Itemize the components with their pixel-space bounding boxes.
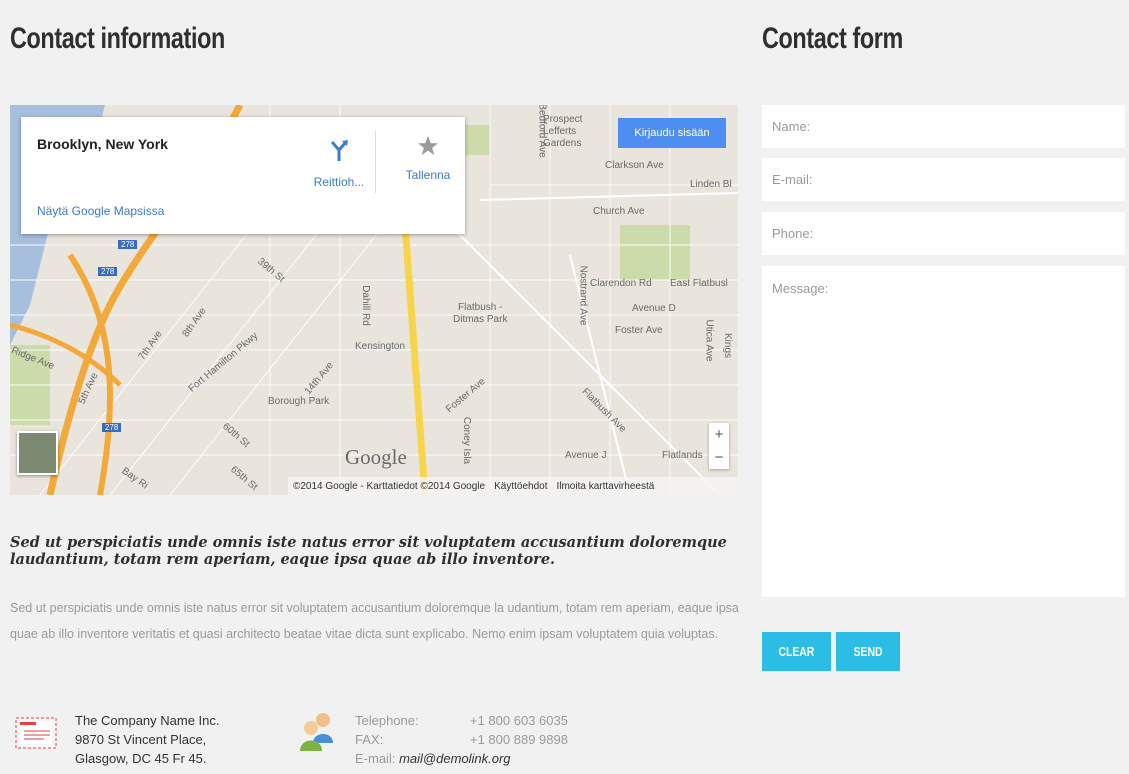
map-label: Avenue J bbox=[565, 450, 607, 461]
star-icon bbox=[417, 135, 439, 156]
map-label: Kings bbox=[722, 332, 734, 359]
map-label: Nostrand Ave bbox=[577, 265, 589, 326]
map-label: Bedford Ave bbox=[536, 105, 548, 158]
envelope-icon bbox=[15, 717, 57, 749]
terms-link[interactable]: Käyttöehdot bbox=[494, 481, 547, 492]
name-field[interactable] bbox=[762, 105, 1125, 148]
map-label: Utica Ave bbox=[703, 319, 715, 362]
contact-details: Telephone: +1 800 603 6035 FAX: +1 800 8… bbox=[355, 711, 568, 768]
map-attribution: ©2014 Google - Karttatiedot ©2014 Google… bbox=[288, 477, 738, 495]
company-address: The Company Name Inc. 9870 St Vincent Pl… bbox=[75, 711, 220, 768]
map-label: Kensington bbox=[355, 341, 406, 352]
map-label: Dahill Rd bbox=[359, 285, 371, 326]
fax-value: +1 800 889 9898 bbox=[470, 732, 568, 747]
map-label: Linden Bl bbox=[690, 179, 732, 190]
map-label: Foster Ave bbox=[615, 325, 663, 336]
map-info-card: Brooklyn, New York Reittioh... Tallenna … bbox=[21, 117, 465, 234]
satellite-toggle[interactable] bbox=[17, 431, 58, 475]
sign-in-button[interactable]: Kirjaudu sisään bbox=[618, 118, 726, 148]
send-button[interactable]: SEND bbox=[836, 632, 900, 671]
map[interactable]: Prospect Lefferts Gardens Bedford Ave Cl… bbox=[10, 105, 738, 495]
google-logo: Google bbox=[345, 445, 407, 469]
address-line: 9870 St Vincent Place, bbox=[75, 732, 207, 747]
directions-icon bbox=[330, 140, 348, 161]
highway-shield-icon: 278 bbox=[102, 423, 122, 432]
email-label: E-mail: bbox=[355, 751, 396, 766]
highway-shield-icon: 278 bbox=[118, 240, 138, 249]
highway-shield-icon: 278 bbox=[98, 267, 118, 276]
zoom-control: + − bbox=[709, 423, 729, 469]
map-label: Clarendon Rd bbox=[590, 278, 652, 289]
directions-label: Reittioh... bbox=[313, 175, 365, 189]
map-label: Avenue D bbox=[632, 303, 676, 314]
place-name: Brooklyn, New York bbox=[37, 136, 168, 152]
address-line: The Company Name Inc. bbox=[75, 713, 220, 728]
map-label: Flatbush - bbox=[458, 302, 503, 313]
zoom-in-button[interactable]: + bbox=[709, 423, 729, 446]
map-label: East Flatbusl bbox=[670, 278, 728, 289]
directions-button[interactable]: Reittioh... bbox=[304, 139, 374, 189]
telephone-value: +1 800 603 6035 bbox=[470, 713, 568, 728]
fax-label: FAX: bbox=[355, 732, 384, 747]
map-label: Prospect bbox=[543, 114, 583, 125]
contact-form-title: Contact form bbox=[762, 22, 903, 55]
map-label: Lefferts bbox=[543, 126, 577, 137]
send-label: SEND bbox=[853, 644, 883, 659]
people-icon bbox=[300, 713, 333, 751]
phone-field[interactable] bbox=[762, 212, 1125, 255]
open-in-google-maps-link[interactable]: Näytä Google Mapsissa bbox=[37, 204, 164, 218]
email-link[interactable]: mail@demolink.org bbox=[399, 749, 510, 768]
map-label: Borough Park bbox=[268, 396, 330, 407]
save-button[interactable]: Tallenna bbox=[393, 135, 463, 182]
email-field[interactable] bbox=[762, 158, 1125, 201]
contact-info-title: Contact information bbox=[10, 22, 225, 55]
report-map-error-link[interactable]: Ilmoita karttavirheestä bbox=[556, 481, 654, 492]
divider bbox=[375, 131, 376, 193]
map-label: Gardens bbox=[543, 138, 582, 149]
address-line: Glasgow, DC 45 Fr 45. bbox=[75, 751, 207, 766]
body-paragraph: Sed ut perspiciatis unde omnis iste natu… bbox=[10, 601, 739, 641]
map-label: Flatlands bbox=[662, 450, 703, 461]
map-label: Church Ave bbox=[593, 206, 645, 217]
lead-paragraph: Sed ut perspiciatis unde omnis iste natu… bbox=[10, 534, 727, 568]
message-field[interactable] bbox=[762, 266, 1125, 597]
map-label: Coney Isla bbox=[461, 416, 473, 465]
attribution-text: ©2014 Google - Karttatiedot ©2014 Google bbox=[293, 480, 486, 492]
map-label: Clarkson Ave bbox=[605, 160, 664, 171]
zoom-out-button[interactable]: − bbox=[709, 446, 729, 469]
map-label: Ditmas Park bbox=[453, 314, 508, 325]
telephone-label: Telephone: bbox=[355, 713, 419, 728]
clear-label: CLEAR bbox=[778, 644, 815, 659]
clear-button[interactable]: CLEAR bbox=[762, 632, 831, 671]
save-label: Tallenna bbox=[405, 168, 451, 182]
